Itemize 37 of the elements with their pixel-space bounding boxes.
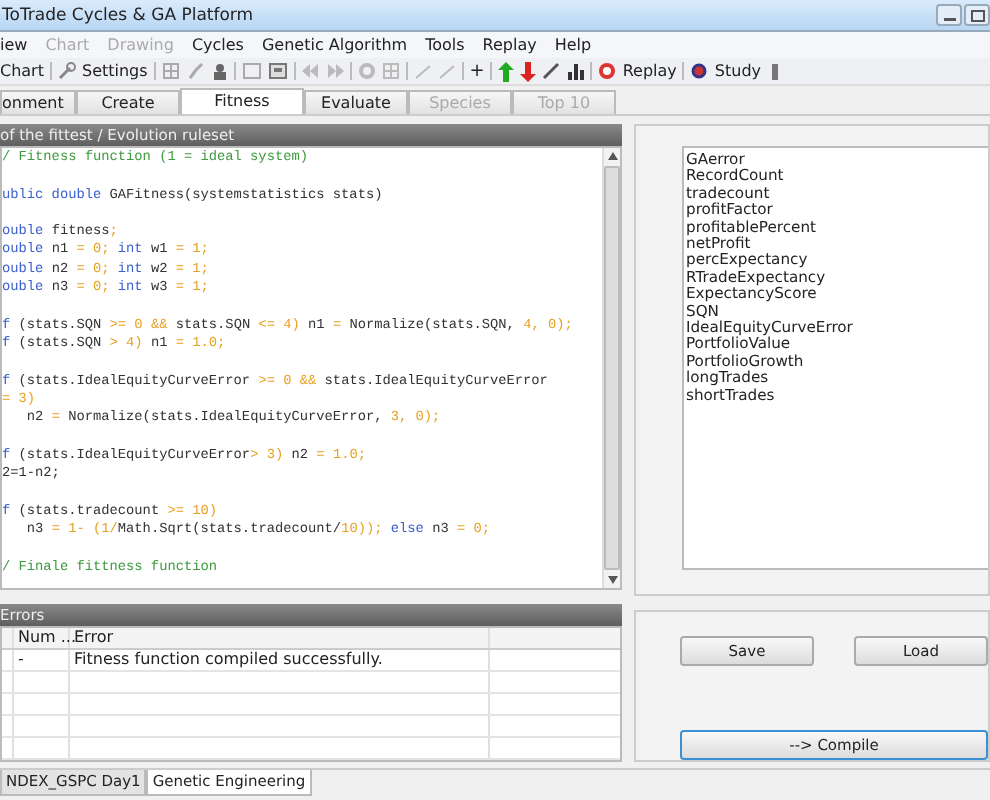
scrollbar[interactable] (602, 148, 620, 588)
menu-item[interactable]: Help (554, 36, 592, 54)
maximize-icon (969, 9, 985, 21)
table-cell: - (14, 650, 70, 670)
arrow-down-icon[interactable] (520, 61, 537, 81)
maximize-button[interactable] (964, 4, 990, 26)
window-title: ToTrade Cycles & GA Platform (0, 5, 254, 25)
wrench-icon[interactable] (57, 62, 76, 80)
pencil-icon[interactable] (542, 62, 561, 80)
replay-button[interactable]: Replay (622, 62, 677, 80)
column-header[interactable]: Error (70, 628, 490, 648)
scroll-down-icon[interactable] (607, 576, 617, 584)
column-header[interactable]: Num ... (14, 628, 70, 648)
arrow-up-icon[interactable] (498, 61, 515, 81)
grid-icon[interactable] (161, 62, 180, 80)
study-button[interactable]: Study (714, 62, 762, 80)
tab[interactable]: Fitness (180, 88, 304, 114)
tab[interactable]: onment (0, 90, 76, 114)
bar-chart-icon[interactable] (566, 62, 585, 80)
menu-item[interactable]: Cycles (191, 36, 244, 54)
tab[interactable]: Evaluate (304, 90, 408, 114)
chart-button[interactable]: Chart (0, 62, 44, 80)
table-cell: Fitness function compiled successfully. (70, 650, 490, 670)
scroll-up-icon[interactable] (607, 152, 617, 160)
window-icon[interactable] (241, 62, 262, 80)
window-icon[interactable] (267, 62, 288, 80)
tab[interactable]: Create (76, 90, 180, 114)
person-icon[interactable] (209, 62, 228, 80)
code-editor[interactable] (0, 146, 622, 590)
settings-button[interactable]: Settings (81, 62, 148, 80)
minimize-button[interactable] (936, 4, 962, 26)
menu-item[interactable]: iew (0, 36, 28, 54)
menu-item[interactable]: Tools (425, 36, 465, 54)
plus-button[interactable]: + (469, 61, 485, 81)
menu-item[interactable]: Replay (482, 36, 537, 54)
toolbar-grip[interactable] (771, 63, 778, 79)
menu-item[interactable]: Genetic Algorithm (261, 36, 408, 54)
